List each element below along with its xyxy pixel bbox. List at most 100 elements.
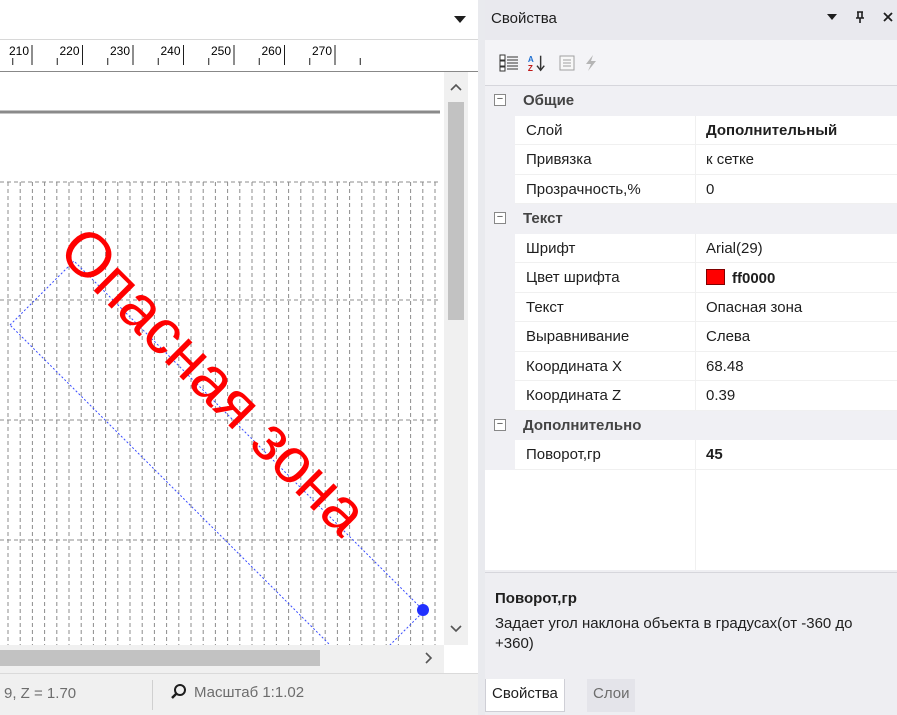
status-zoom[interactable]: Масштаб 1:1.02 [170,683,304,701]
svg-text:A: A [528,55,534,64]
text-object[interactable]: Опасная зона [9,213,429,645]
property-value-text: Дополнительный [706,121,838,139]
collapse-icon[interactable]: − [494,94,506,106]
drawing-header [0,0,478,40]
pin-icon[interactable] [853,10,867,24]
status-coordinates: 9, Z = 1.70 [4,685,77,702]
alphabetical-sort-icon: A Z [528,55,545,73]
property-name: Слой [515,116,695,145]
ruler-label: 270 [312,44,332,58]
zoom-label: Масштаб 1:1.02 [194,683,305,701]
row-gutter [485,263,515,293]
panel-titlebar: Свойства [485,0,897,40]
property-row[interactable]: Цвет шрифта ff0000 [485,263,897,293]
categorized-button[interactable] [499,53,519,73]
vertical-scrollbar[interactable] [444,72,468,645]
svg-text:Z: Z [528,64,533,73]
property-row[interactable]: Слой Дополнительный [485,115,897,145]
category-row[interactable]: − Текст [485,204,897,234]
property-row[interactable]: Координата Z 0.39 [485,381,897,411]
ruler-label: 240 [160,44,180,58]
tab-properties[interactable]: Свойства [485,679,565,712]
properties-panel: Свойства A Z − Общие Слой Дополнительный… [485,0,897,715]
rotated-text: Опасная зона [46,213,382,549]
property-grid: − Общие Слой Дополнительный Привязка к сетке П… [485,86,897,570]
color-swatch[interactable] [706,269,725,285]
property-value-text: ff0000 [732,270,776,287]
pane-splitter[interactable] [478,0,485,715]
search-icon [171,684,186,699]
close-icon[interactable] [881,10,895,24]
property-value-text: Arial(29) [706,239,763,257]
property-name: Шрифт [515,234,695,263]
property-value[interactable]: к сетке [695,145,897,175]
events-icon [586,55,596,71]
property-row[interactable]: Текст Опасная зона [485,292,897,322]
category-label: Текст [523,210,563,227]
ruler-label: 250 [211,44,231,58]
property-value[interactable]: Опасная зона [695,292,897,322]
property-name: Текст [515,293,695,322]
property-value-text: Опасная зона [706,298,803,316]
horizontal-scrollbar[interactable] [0,645,444,673]
row-gutter [485,440,515,470]
categorized-icon [499,54,518,72]
property-row[interactable]: Поворот,гр 45 [485,440,897,470]
property-value-text: 0.39 [706,387,736,404]
property-value[interactable]: ff0000 [695,263,897,293]
scroll-down-icon[interactable] [448,620,464,636]
description-text: Задает угол наклона объекта в градусах(о… [495,615,853,652]
property-row[interactable]: Координата X 68.48 [485,351,897,381]
horizontal-ruler: 210 220 230 240 250 260 270 [0,41,478,72]
property-name: Выравнивание [515,322,695,352]
property-value-text: 68.48 [706,357,744,375]
scroll-up-icon[interactable] [448,80,464,96]
property-value[interactable]: 0.39 [695,381,897,411]
collapse-icon[interactable]: − [494,418,506,431]
property-value[interactable]: 45 [695,440,897,470]
drawing-pane: 210 220 230 240 250 260 270 Опасная зона 9, Z … [0,0,478,715]
property-row[interactable]: Привязка к сетке [485,145,897,175]
property-value-text: Слева [706,328,751,345]
property-row[interactable]: Прозрачность,% 0 [485,174,897,204]
horizontal-scroll-thumb[interactable] [0,650,320,666]
drawing-canvas[interactable]: Опасная зона [0,72,440,645]
ruler-label: 220 [59,44,79,58]
panel-title-controls [825,10,895,24]
property-row[interactable]: Шрифт Arial(29) [485,233,897,263]
property-value[interactable]: Дополнительный [695,115,897,145]
property-name: Прозрачность,% [515,175,695,204]
scroll-right-icon[interactable] [420,650,436,666]
vertical-scroll-thumb[interactable] [448,102,464,320]
property-value[interactable]: 68.48 [695,351,897,381]
category-row[interactable]: − Дополнительно [485,410,897,440]
property-value[interactable]: Arial(29) [695,233,897,263]
events-button[interactable] [581,53,601,73]
row-gutter [485,292,515,322]
row-gutter [485,174,515,204]
description-pane: Поворот,гр Задает угол наклона объекта в… [485,572,897,675]
property-value[interactable]: Слева [695,322,897,352]
property-value[interactable]: 0 [695,174,897,204]
dropdown-arrow-icon[interactable] [825,10,839,24]
panel-title: Свойства [491,10,557,27]
alphabetical-button[interactable]: A Z [527,53,547,73]
canvas-drawing: Опасная зона [0,110,440,645]
property-value-text: к сетке [706,151,755,168]
row-gutter [485,351,515,381]
property-row[interactable]: Выравнивание Слева [485,322,897,352]
row-gutter [485,115,515,145]
property-value-text: 45 [706,446,723,463]
category-row[interactable]: − Общие [485,86,897,116]
row-gutter [485,145,515,175]
ruler-label: 210 [9,44,29,58]
property-pages-button[interactable] [557,53,577,73]
description-title: Поворот,гр [495,590,577,607]
rotation-handle[interactable] [417,604,429,616]
dropdown-arrow-icon[interactable] [452,13,468,27]
property-name: Координата X [515,352,695,381]
tab-layers[interactable]: Слои [587,679,636,712]
collapse-icon[interactable]: − [494,212,506,224]
property-pages-icon [559,55,575,71]
row-gutter [485,381,515,411]
